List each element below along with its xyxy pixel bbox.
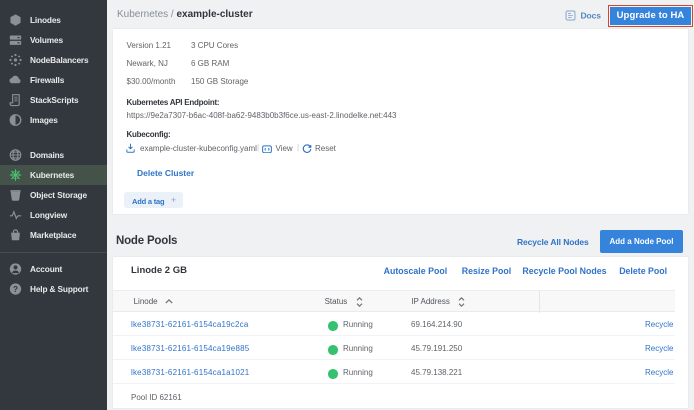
- svg-text:?: ?: [13, 285, 18, 294]
